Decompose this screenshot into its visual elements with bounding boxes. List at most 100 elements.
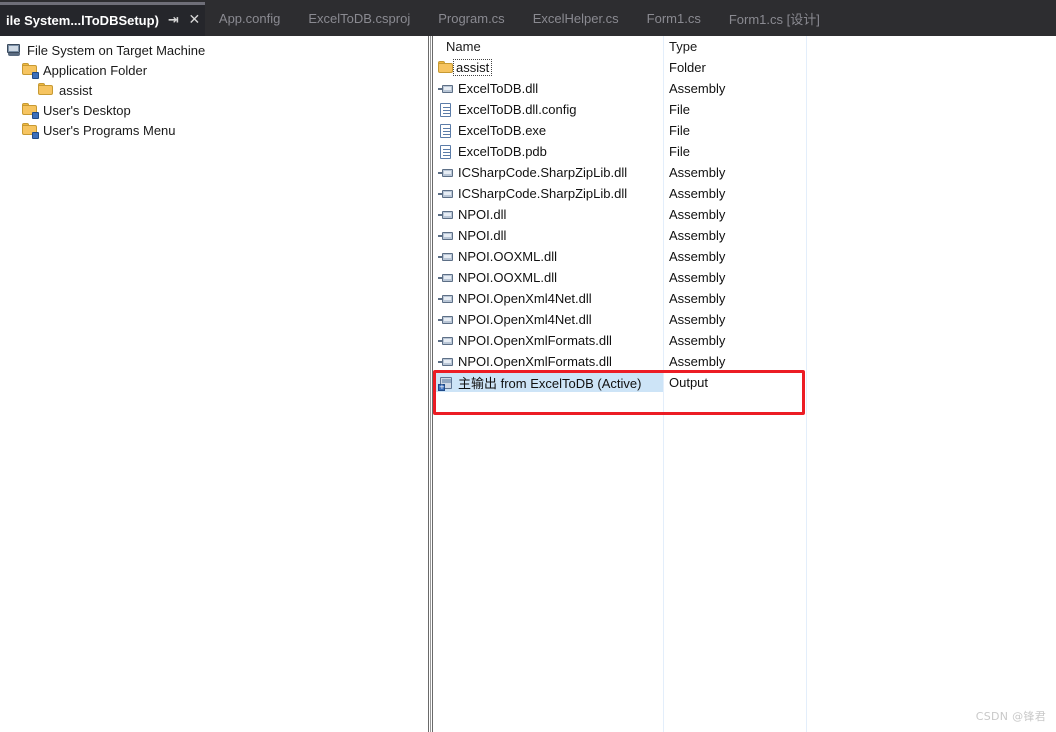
cell-name: NPOI.OpenXml4Net.dll <box>436 291 663 307</box>
tree-item[interactable]: User's Programs Menu <box>2 120 425 140</box>
cell-type: Assembly <box>669 186 726 201</box>
special-folder-icon <box>22 102 39 119</box>
cell-type: File <box>669 123 690 138</box>
table-row[interactable]: NPOI.OOXML.dll Assembly <box>436 267 1056 288</box>
tree-item[interactable]: assist <box>2 80 425 100</box>
table-row[interactable]: assist Folder <box>436 57 1056 78</box>
table-row[interactable]: NPOI.dll Assembly <box>436 204 1056 225</box>
editor-tab[interactable]: Program.cs <box>424 0 518 36</box>
editor-tab[interactable]: Form1.cs [设计] <box>715 0 834 36</box>
item-name-label: assist <box>452 59 493 76</box>
cell-name: NPOI.OpenXml4Net.dll <box>436 312 663 328</box>
table-row[interactable]: ICSharpCode.SharpZipLib.dll Assembly <box>436 162 1056 183</box>
folder-icon <box>38 82 54 98</box>
column-header[interactable]: Type <box>663 39 806 54</box>
table-row[interactable]: ExcelToDB.exe File <box>436 120 1056 141</box>
item-name-label: NPOI.OpenXml4Net.dll <box>458 312 592 327</box>
table-row[interactable]: NPOI.OpenXmlFormats.dll Assembly <box>436 351 1056 372</box>
assembly-icon <box>438 81 454 97</box>
pin-icon[interactable]: ⇥ <box>167 14 180 27</box>
cell-name: ExcelToDB.dll.config <box>436 102 663 118</box>
editor-tab-label: Program.cs <box>438 10 505 26</box>
assembly-icon <box>438 165 454 181</box>
editor-tab-label: ile System...lToDBSetup) <box>6 13 159 28</box>
table-row[interactable]: NPOI.OpenXml4Net.dll Assembly <box>436 288 1056 309</box>
table-row[interactable]: ExcelToDB.dll.config File <box>436 99 1056 120</box>
file-system-tree[interactable]: File System on Target Machine Application… <box>0 36 425 140</box>
cell-name: + 主输出 from ExcelToDB (Active) <box>436 373 663 392</box>
table-row[interactable]: NPOI.OOXML.dll Assembly <box>436 246 1056 267</box>
item-name-label: NPOI.OpenXmlFormats.dll <box>458 333 612 348</box>
column-header[interactable]: Name <box>436 39 663 54</box>
folder-contents-pane: Name Type assist Folder ExcelToDB.dll Assembl… <box>436 36 1056 732</box>
editor-tab[interactable]: ExcelToDB.csproj <box>294 0 424 36</box>
folder-contents-listview[interactable]: Name Type assist Folder ExcelToDB.dll Assembl… <box>436 36 1056 732</box>
item-name-label: NPOI.OpenXml4Net.dll <box>458 291 592 306</box>
cell-name: NPOI.dll <box>436 207 663 223</box>
item-name-label: NPOI.OpenXmlFormats.dll <box>458 354 612 369</box>
tree-item[interactable]: File System on Target Machine <box>2 40 425 60</box>
item-name-label: ICSharpCode.SharpZipLib.dll <box>458 186 628 201</box>
cell-name: assist <box>436 59 663 76</box>
special-folder-icon <box>22 122 39 139</box>
tree-item-label: User's Programs Menu <box>43 122 176 138</box>
editor-tab-label: Form1.cs [设计] <box>728 11 820 27</box>
cell-type: Output <box>669 375 709 390</box>
pane-splitter[interactable] <box>425 36 436 732</box>
watermark: CSDN @锋君 <box>975 710 1046 723</box>
cell-type: Assembly <box>669 81 726 96</box>
tree-item[interactable]: User's Desktop <box>2 100 425 120</box>
listview-rows: Name Type assist Folder ExcelToDB.dll Assembl… <box>436 36 1056 393</box>
table-row[interactable]: ExcelToDB.dll Assembly <box>436 78 1056 99</box>
table-row[interactable]: + 主输出 from ExcelToDB (Active) Output <box>436 372 1056 393</box>
cell-type: Assembly <box>669 249 726 264</box>
close-icon[interactable]: ✕ <box>188 13 201 27</box>
splitter-line <box>430 36 431 732</box>
assembly-icon <box>438 354 454 370</box>
cell-type: File <box>669 144 690 159</box>
file-system-tree-pane: File System on Target Machine Application… <box>0 36 425 732</box>
tree-item[interactable]: Application Folder <box>2 60 425 80</box>
cell-type: Assembly <box>669 207 726 222</box>
assembly-icon <box>438 249 454 265</box>
cell-name: ExcelToDB.dll <box>436 81 663 97</box>
output-icon: + <box>438 375 454 391</box>
item-name-label: NPOI.OOXML.dll <box>458 249 557 264</box>
editor-tab-label: Form1.cs <box>646 10 701 26</box>
editor-tab[interactable]: ExcelHelper.cs <box>519 0 633 36</box>
listview-header-row: Name Type <box>436 36 1056 57</box>
item-name-label: ExcelToDB.pdb <box>458 144 547 159</box>
tree-item-label: Application Folder <box>43 62 148 78</box>
table-row[interactable]: ExcelToDB.pdb File <box>436 141 1056 162</box>
cell-type: Assembly <box>669 165 726 180</box>
editor-tab[interactable]: App.config <box>205 0 294 36</box>
item-name-label: 主输出 from ExcelToDB (Active) <box>458 376 642 391</box>
editor-tab[interactable]: Form1.cs <box>633 0 715 36</box>
visual-studio-setup-editor: ile System...lToDBSetup) ⇥ ✕ App.config Exce… <box>0 0 1056 732</box>
table-row[interactable]: NPOI.OpenXml4Net.dll Assembly <box>436 309 1056 330</box>
assembly-icon <box>438 270 454 286</box>
editor-tab[interactable]: ile System...lToDBSetup) ⇥ ✕ <box>0 2 205 36</box>
table-row[interactable]: NPOI.OpenXmlFormats.dll Assembly <box>436 330 1056 351</box>
assembly-icon <box>438 228 454 244</box>
assembly-icon <box>438 207 454 223</box>
table-row[interactable]: ICSharpCode.SharpZipLib.dll Assembly <box>436 183 1056 204</box>
cell-name: ICSharpCode.SharpZipLib.dll <box>436 186 663 202</box>
cell-name: NPOI.dll <box>436 228 663 244</box>
table-row[interactable]: NPOI.dll Assembly <box>436 225 1056 246</box>
cell-type: Assembly <box>669 228 726 243</box>
cell-type: Assembly <box>669 333 726 348</box>
cell-name: NPOI.OOXML.dll <box>436 270 663 286</box>
cell-type: Assembly <box>669 354 726 369</box>
cell-name: NPOI.OpenXmlFormats.dll <box>436 354 663 370</box>
cell-name: ExcelToDB.exe <box>436 123 663 139</box>
computer-icon <box>6 42 22 58</box>
editor-tab-label: ExcelToDB.csproj <box>308 10 411 26</box>
assembly-icon <box>438 291 454 307</box>
tree-item-label: assist <box>59 82 93 98</box>
item-name-label: NPOI.dll <box>458 228 507 243</box>
cell-name: ICSharpCode.SharpZipLib.dll <box>436 165 663 181</box>
tab-icon-group: ⇥ ✕ <box>165 13 201 27</box>
assembly-icon <box>438 186 454 202</box>
item-name-label: ICSharpCode.SharpZipLib.dll <box>458 165 628 180</box>
